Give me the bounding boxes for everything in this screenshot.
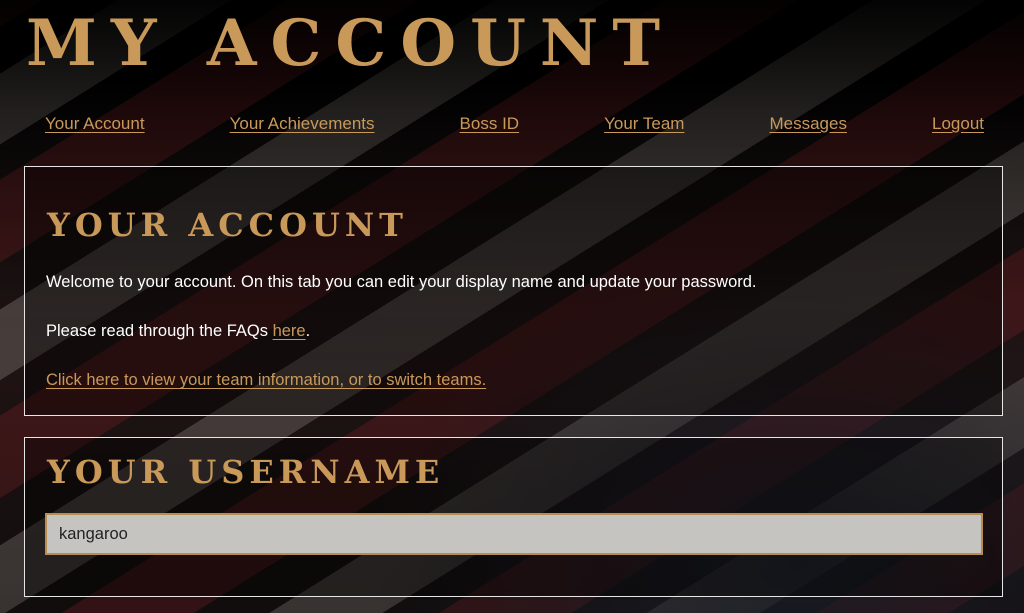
faq-text: Please read through the FAQs bbox=[46, 322, 273, 340]
nav-logout[interactable]: Logout bbox=[932, 114, 984, 134]
nav-messages[interactable]: Messages bbox=[769, 114, 846, 134]
page-content: MY ACCOUNT Your Account Your Achievement… bbox=[0, 0, 1024, 613]
nav-boss-id[interactable]: Boss ID bbox=[460, 114, 520, 134]
username-input[interactable] bbox=[45, 513, 983, 555]
username-panel-title: YOUR USERNAME bbox=[47, 453, 445, 491]
account-panel-title: YOUR ACCOUNT bbox=[47, 206, 408, 244]
username-panel: YOUR USERNAME bbox=[24, 437, 1003, 597]
welcome-text: Welcome to your account. On this tab you… bbox=[46, 273, 757, 291]
team-info-link[interactable]: Click here to view your team information… bbox=[46, 371, 486, 390]
page-title: MY ACCOUNT bbox=[26, 6, 675, 81]
faq-suffix: . bbox=[305, 322, 311, 340]
nav-your-achievements[interactable]: Your Achievements bbox=[230, 114, 375, 134]
faq-paragraph: Please read through the FAQs here. bbox=[46, 322, 310, 341]
nav-your-team[interactable]: Your Team bbox=[604, 114, 684, 134]
nav-your-account[interactable]: Your Account bbox=[45, 114, 145, 134]
faq-link[interactable]: here bbox=[273, 322, 306, 340]
account-panel: YOUR ACCOUNT Welcome to your account. On… bbox=[24, 166, 1003, 416]
top-nav: Your Account Your Achievements Boss ID Y… bbox=[45, 114, 984, 134]
